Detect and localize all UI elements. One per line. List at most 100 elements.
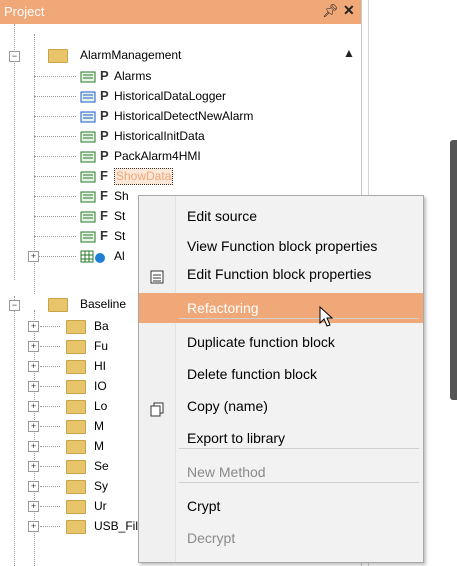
collapse-toggle[interactable]: −	[9, 51, 20, 62]
tree-line	[34, 256, 76, 257]
tree-line	[34, 176, 76, 177]
tree-line	[14, 296, 15, 566]
tree-node-label: Lo	[94, 399, 108, 413]
item-type-code: F	[100, 168, 108, 183]
folder-icon	[66, 480, 86, 494]
expand-toggle[interactable]: +	[28, 341, 39, 352]
expand-toggle[interactable]: +	[28, 501, 39, 512]
menu-separator	[179, 318, 419, 319]
expand-toggle[interactable]: +	[28, 521, 39, 532]
tree-node-label: Ur	[94, 499, 107, 513]
folder-icon	[66, 500, 86, 514]
folder-icon	[48, 298, 68, 312]
tree-line	[34, 96, 76, 97]
close-icon[interactable]: ✕	[343, 2, 355, 19]
menu-item-label: Crypt	[187, 498, 221, 514]
tree-node-label: M	[94, 439, 104, 453]
tree-node-label: St	[114, 209, 126, 223]
tree-line	[40, 526, 60, 527]
item-type-code: P	[100, 148, 109, 163]
panel-titlebar: Project 📌︎ ✕	[0, 0, 361, 24]
tree-node-label: IO	[94, 379, 107, 393]
tree-line	[34, 136, 76, 137]
tree-node-label: HistoricalDetectNewAlarm	[114, 109, 254, 123]
item-type-code: P	[100, 68, 109, 83]
item-type-code: F	[100, 228, 108, 243]
program-icon	[80, 150, 98, 163]
tree-line	[40, 426, 60, 427]
grid-icon	[80, 250, 105, 263]
tree-node-label: ShowData	[114, 168, 174, 185]
tree-line	[34, 196, 76, 197]
expand-toggle[interactable]: +	[28, 251, 39, 262]
tree-line	[34, 216, 76, 217]
tree-line	[34, 156, 76, 157]
tree-node-label: HistoricalDataLogger	[114, 89, 227, 103]
expand-toggle[interactable]: +	[28, 321, 39, 332]
expand-toggle[interactable]: +	[28, 401, 39, 412]
folder-icon	[66, 420, 86, 434]
tree-node-label: HistoricalInitData	[114, 129, 205, 143]
tree-node-label: Baseline	[80, 297, 127, 311]
menu-separator	[179, 482, 419, 483]
expand-toggle[interactable]: +	[28, 441, 39, 452]
menu-item-edit-function-block-properties[interactable]: Edit Function block properties	[139, 259, 423, 289]
menu-item-decrypt: Decrypt	[139, 523, 423, 553]
expand-toggle[interactable]: +	[28, 481, 39, 492]
collapse-toggle[interactable]: −	[9, 300, 20, 311]
expand-toggle[interactable]: +	[28, 461, 39, 472]
menu-item-crypt[interactable]: Crypt	[139, 491, 423, 521]
menu-item-edit-source[interactable]: Edit source	[139, 201, 423, 231]
context-menu: Edit source View Function block propertie…	[138, 195, 424, 563]
menu-item-label: Edit source	[187, 208, 258, 224]
scroll-up-icon[interactable]: ▲	[343, 46, 355, 60]
folder-icon	[66, 520, 86, 534]
tree-node-label: Alarms	[114, 69, 152, 83]
folder-icon	[66, 340, 86, 354]
tree-node-label: M	[94, 419, 104, 433]
tree-node-label: Fu	[94, 339, 109, 353]
tree-node-label: HI	[94, 359, 106, 373]
folder-icon	[66, 440, 86, 454]
pin-icon[interactable]: 📌︎	[322, 3, 339, 19]
tree-line	[40, 346, 60, 347]
folder-icon	[48, 49, 68, 63]
tree-node-label: Sh	[114, 189, 129, 203]
tree-line	[34, 76, 76, 77]
tree-node-label: Se	[94, 459, 109, 473]
item-type-code: P	[100, 108, 109, 123]
tree-line	[40, 366, 60, 367]
panel-title: Project	[4, 4, 45, 19]
menu-separator	[179, 448, 419, 449]
folder-icon	[66, 380, 86, 394]
function-block-icon	[80, 230, 98, 243]
folder-icon	[66, 400, 86, 414]
menu-item-duplicate-function-block[interactable]: Duplicate function block	[139, 327, 423, 357]
tree-node-label: St	[114, 229, 126, 243]
folder-icon	[66, 360, 86, 374]
menu-item-delete-function-block[interactable]: Delete function block	[139, 359, 423, 389]
menu-item-label: Edit Function block properties	[187, 266, 372, 282]
expand-toggle[interactable]: +	[28, 421, 39, 432]
expand-toggle[interactable]: +	[28, 381, 39, 392]
editor-dark-element	[450, 140, 457, 400]
menu-item-view-function-block-properties[interactable]: View Function block properties	[139, 231, 423, 261]
menu-item-label: Copy (name)	[187, 398, 268, 414]
mouse-cursor-icon	[319, 305, 337, 331]
tree-node-label: Sy	[94, 479, 109, 493]
menu-item-label: Delete function block	[187, 366, 317, 382]
menu-item-label: Duplicate function block	[187, 334, 335, 350]
tree-line	[40, 326, 60, 327]
item-type-code: F	[100, 208, 108, 223]
tree-line	[40, 386, 60, 387]
tree-node-label: AlarmManagement	[80, 48, 182, 62]
item-type-code: F	[100, 188, 108, 203]
properties-icon	[149, 266, 165, 284]
function-block-icon	[80, 210, 98, 223]
tree-line	[34, 236, 76, 237]
tree-node-label: PackAlarm4HMI	[114, 149, 201, 163]
menu-item-copy-name[interactable]: Copy (name)	[139, 391, 423, 421]
tree-node-label: Ba	[94, 319, 109, 333]
expand-toggle[interactable]: +	[28, 361, 39, 372]
menu-item-label: Decrypt	[187, 530, 236, 546]
